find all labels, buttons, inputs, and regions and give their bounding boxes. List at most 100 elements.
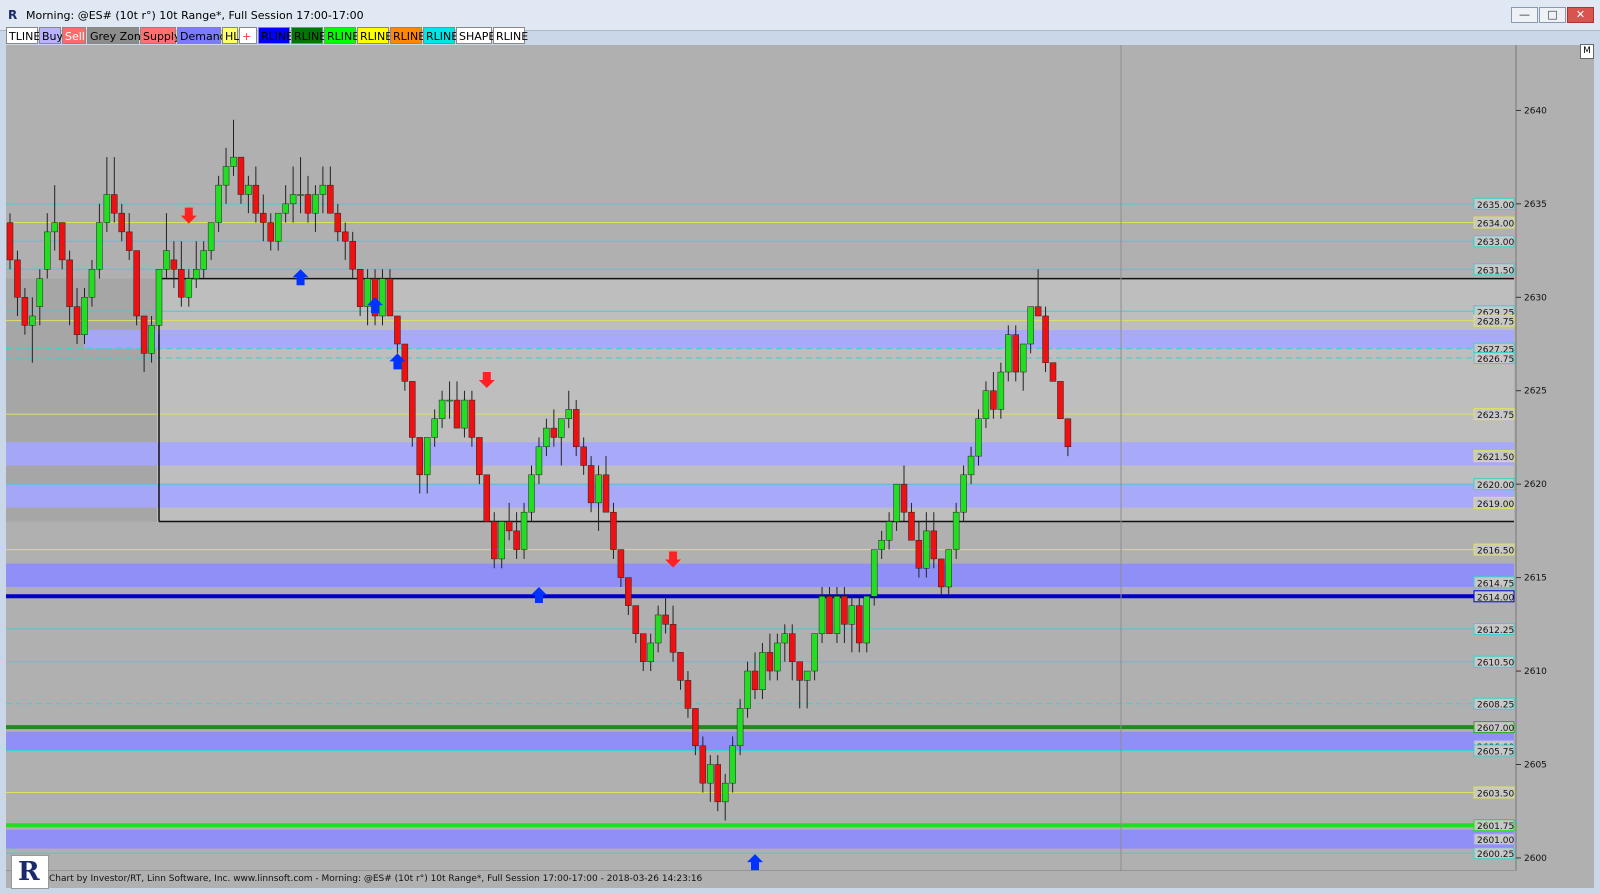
candle-body[interactable] xyxy=(789,633,796,662)
candle-body[interactable] xyxy=(260,212,267,223)
candle-body[interactable] xyxy=(125,231,133,251)
candle-body[interactable] xyxy=(938,558,945,588)
candle-body[interactable] xyxy=(200,250,207,270)
candle-body[interactable] xyxy=(565,409,572,420)
toolbar-button-rline-15[interactable]: RLINE xyxy=(493,27,528,44)
candle-body[interactable] xyxy=(699,745,707,784)
candle-body[interactable] xyxy=(952,511,960,550)
candle-body[interactable] xyxy=(602,474,610,513)
candle-body[interactable] xyxy=(677,652,684,681)
toolbar-button-rline-10[interactable]: RLINE xyxy=(324,27,359,44)
candle-body[interactable] xyxy=(1005,334,1012,373)
candle-body[interactable] xyxy=(707,764,714,784)
candle-body[interactable] xyxy=(133,250,140,317)
candle-body[interactable] xyxy=(282,203,289,214)
candle-body[interactable] xyxy=(774,642,781,672)
candle-body[interactable] xyxy=(654,614,662,644)
candle-body[interactable] xyxy=(610,511,617,550)
candle-body[interactable] xyxy=(885,521,893,541)
candle-body[interactable] xyxy=(647,642,654,662)
toolbar-button-tline-0[interactable]: TLINE xyxy=(6,27,40,44)
candle-body[interactable] xyxy=(729,745,736,784)
candle-body[interactable] xyxy=(319,184,327,195)
candle-body[interactable] xyxy=(1042,315,1049,363)
candle-body[interactable] xyxy=(714,764,721,803)
candle-body[interactable] xyxy=(1057,381,1064,420)
toolbar-button-sell-2[interactable]: Sell xyxy=(62,27,86,44)
candle-body[interactable] xyxy=(528,474,535,513)
toolbar-button-buy-1[interactable]: Buy xyxy=(39,27,63,44)
candle-body[interactable] xyxy=(900,483,908,513)
candle-body[interactable] xyxy=(692,708,699,747)
candle-body[interactable] xyxy=(684,680,692,709)
toolbar-button---7[interactable]: + xyxy=(239,27,257,44)
toolbar-button-rline-9[interactable]: RLINE xyxy=(291,27,326,44)
candle-body[interactable] xyxy=(640,633,647,662)
candle-body[interactable] xyxy=(401,343,409,382)
candle-body[interactable] xyxy=(796,661,803,681)
candle-body[interactable] xyxy=(431,418,438,438)
candle-body[interactable] xyxy=(6,222,14,261)
candle-body[interactable] xyxy=(416,437,423,476)
candle-body[interactable] xyxy=(252,184,260,214)
candle-body[interactable] xyxy=(178,269,185,298)
candle-body[interactable] xyxy=(930,530,938,560)
candle-body[interactable] xyxy=(193,269,200,279)
candle-body[interactable] xyxy=(908,511,915,541)
toolbar-button-rline-13[interactable]: RLINE xyxy=(423,27,458,44)
candle-body[interactable] xyxy=(312,194,319,214)
candle-body[interactable] xyxy=(736,708,744,747)
candle-body[interactable] xyxy=(446,399,453,402)
candle-body[interactable] xyxy=(222,166,230,186)
scale-mode-button[interactable]: M xyxy=(1580,44,1594,59)
candle-body[interactable] xyxy=(632,605,640,634)
candle-body[interactable] xyxy=(66,259,73,307)
candle-body[interactable] xyxy=(915,539,923,569)
candle-body[interactable] xyxy=(476,437,483,476)
candle-body[interactable] xyxy=(1064,418,1072,448)
chart-area[interactable]: 2635.00 2634.00 2633.00 2631.50 2629.25 2628.… xyxy=(6,45,1594,888)
candle-body[interactable] xyxy=(423,437,431,476)
candle-body[interactable] xyxy=(580,446,587,466)
candle-body[interactable] xyxy=(967,455,975,476)
candle-body[interactable] xyxy=(535,446,543,476)
candle-body[interactable] xyxy=(595,474,602,504)
toolbar-button-rline-11[interactable]: RLINE xyxy=(357,27,392,44)
toolbar-button-rline-12[interactable]: RLINE xyxy=(390,27,425,44)
candle-body[interactable] xyxy=(550,427,558,438)
candle-body[interactable] xyxy=(990,390,997,410)
candle-body[interactable] xyxy=(826,596,833,634)
candle-body[interactable] xyxy=(44,231,51,270)
toolbar-button-shape-14[interactable]: SHAPE xyxy=(456,27,495,44)
candle-body[interactable] xyxy=(513,530,520,550)
candle-body[interactable] xyxy=(848,605,856,625)
candle-body[interactable] xyxy=(88,269,96,298)
candle-body[interactable] xyxy=(297,194,304,196)
candle-body[interactable] xyxy=(36,278,44,307)
candle-body[interactable] xyxy=(945,549,952,588)
candle-body[interactable] xyxy=(230,156,237,167)
candle-body[interactable] xyxy=(73,306,81,335)
candle-body[interactable] xyxy=(386,278,394,317)
candle-body[interactable] xyxy=(215,184,222,223)
candle-body[interactable] xyxy=(558,418,565,438)
candle-body[interactable] xyxy=(811,633,818,672)
candle-body[interactable] xyxy=(51,222,58,233)
candle-body[interactable] xyxy=(349,240,356,270)
candle-body[interactable] xyxy=(572,409,580,448)
candle-body[interactable] xyxy=(267,222,274,242)
candle-body[interactable] xyxy=(1027,306,1034,345)
candle-body[interactable] xyxy=(379,278,386,317)
candle-body[interactable] xyxy=(870,549,878,597)
candle-body[interactable] xyxy=(334,212,342,233)
candle-body[interactable] xyxy=(491,521,498,560)
candle-body[interactable] xyxy=(669,624,677,653)
candle-body[interactable] xyxy=(960,474,967,513)
candle-body[interactable] xyxy=(140,315,148,354)
candle-body[interactable] xyxy=(1049,362,1057,382)
candle-body[interactable] xyxy=(923,530,930,569)
candle-body[interactable] xyxy=(662,614,669,625)
candle-body[interactable] xyxy=(81,297,88,335)
candle-body[interactable] xyxy=(438,399,446,420)
candle-body[interactable] xyxy=(781,633,789,644)
